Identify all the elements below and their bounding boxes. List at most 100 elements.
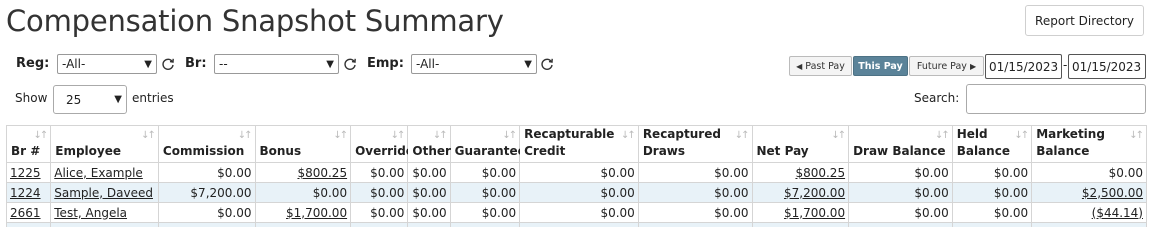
employee-select-value: -All-: [416, 57, 440, 71]
column-header-line2: Employee: [55, 144, 122, 158]
column-header-line2: Bonus: [259, 144, 302, 158]
cell-empty: [449, 222, 521, 227]
cell-recapturable-credit: $0.00: [519, 162, 639, 183]
end-date-input[interactable]: 01/15/2023: [1068, 54, 1146, 79]
column-header-net-pay[interactable]: ↓↑ Net Pay: [751, 125, 850, 163]
cell-value: $0.00: [412, 205, 447, 220]
cell-value: $0.00: [993, 165, 1029, 180]
cell-marketing-balance[interactable]: ($44.14): [1031, 202, 1147, 223]
column-header-override[interactable]: ↓↑ Override: [350, 125, 414, 163]
page-size-value: 25: [66, 92, 82, 107]
column-header-line1: Marketing: [1036, 127, 1105, 141]
refresh-icon[interactable]: [343, 57, 357, 71]
column-header-marketing-balance[interactable]: ↓↑ Marketing Balance: [1031, 125, 1147, 163]
chevron-down-icon: ▼: [326, 58, 334, 70]
cell-link[interactable]: $2,500.00: [1082, 186, 1143, 200]
cell-value: $0.00: [600, 205, 635, 220]
past-pay-label: Past Pay: [805, 60, 845, 72]
column-header-line2: Draws: [642, 144, 686, 158]
cell-net-pay[interactable]: $800.25: [751, 162, 850, 183]
cell-other: $0.00: [407, 182, 451, 203]
cell-link[interactable]: 1225: [10, 166, 41, 180]
cell-bonus[interactable]: $1,700.00: [254, 202, 352, 223]
cell-bonus[interactable]: $800.25: [254, 162, 352, 183]
cell-br-number[interactable]: 1225: [5, 162, 52, 183]
report-directory-button[interactable]: Report Directory: [1025, 5, 1144, 36]
search-input[interactable]: [966, 84, 1146, 114]
cell-net-pay[interactable]: $1,700.00: [751, 202, 850, 223]
sort-icon: ↓↑: [934, 130, 950, 141]
future-pay-button[interactable]: Future Pay ▶: [909, 56, 984, 76]
cell-recaptured-draws: $0.00: [637, 202, 753, 223]
branch-select[interactable]: -- ▼: [214, 54, 339, 74]
cell-value: $0.00: [412, 165, 447, 180]
reg-select[interactable]: -All- ▼: [57, 54, 157, 74]
cell-link[interactable]: Alice, Example: [54, 166, 143, 180]
compensation-table: ↓↑ Br # ↓↑ Employee ↓↑ Commission ↓↑ Bonus ↓↑ Ove…: [5, 125, 1147, 227]
this-pay-label: This Pay: [858, 60, 903, 72]
page-title: Compensation Snapshot Summary: [6, 4, 504, 38]
cell-value: $0.00: [600, 185, 635, 200]
column-header-held-balance[interactable]: ↓↑ Held Balance: [951, 125, 1033, 163]
cell-held-balance: $0.00: [951, 182, 1033, 203]
refresh-icon[interactable]: [161, 57, 175, 71]
cell-marketing-balance[interactable]: $2,500.00: [1031, 182, 1147, 203]
employee-select[interactable]: -All- ▼: [411, 54, 537, 74]
cell-empty: [157, 222, 256, 227]
cell-link[interactable]: $1,700.00: [784, 206, 845, 220]
cell-link[interactable]: 1224: [10, 186, 41, 200]
page-size-select[interactable]: 25 ▼: [53, 85, 127, 114]
column-header-commission[interactable]: ↓↑ Commission: [157, 125, 256, 163]
column-header-draw-balance[interactable]: ↓↑ Draw Balance: [848, 125, 953, 163]
cell-commission: $7,200.00: [157, 182, 256, 203]
table-row: [5, 222, 1147, 227]
cell-br-number[interactable]: 2661: [5, 202, 52, 223]
cell-value: $0.00: [481, 185, 517, 200]
cell-employee[interactable]: Test, Angela: [50, 202, 159, 223]
cell-link[interactable]: 2661: [10, 206, 41, 220]
future-pay-label: Future Pay: [916, 60, 967, 72]
reg-select-value: -All-: [62, 57, 86, 71]
column-header-recaptured-draws[interactable]: ↓↑ Recaptured Draws: [637, 125, 753, 163]
cell-br-number[interactable]: 1224: [5, 182, 52, 203]
start-date-input[interactable]: 01/15/2023: [985, 54, 1062, 79]
column-header-recapturable-credit[interactable]: ↓↑ Recapturable Credit: [519, 125, 639, 163]
column-header-br-number[interactable]: ↓↑ Br #: [5, 125, 52, 163]
cell-link[interactable]: $800.25: [795, 166, 845, 180]
refresh-icon[interactable]: [540, 57, 554, 71]
cell-link[interactable]: $7,200.00: [784, 186, 845, 200]
cell-bonus: $0.00: [254, 182, 352, 203]
cell-guarantee: $0.00: [449, 162, 521, 183]
cell-value: $0.00: [217, 165, 252, 180]
cell-link[interactable]: $800.25: [297, 166, 347, 180]
column-header-other[interactable]: ↓↑ Other: [407, 125, 451, 163]
sort-icon: ↓↑: [1014, 130, 1029, 141]
column-header-line2: Br #: [11, 144, 41, 158]
column-header-line2: Other: [412, 144, 451, 158]
cell-value: $7,200.00: [190, 185, 252, 200]
cell-employee[interactable]: Alice, Example: [50, 162, 159, 183]
column-header-employee[interactable]: ↓↑ Employee: [50, 125, 159, 163]
cell-employee[interactable]: Sample, Daveed: [50, 182, 159, 203]
chevron-down-icon: ▼: [144, 58, 152, 70]
cell-other: $0.00: [407, 162, 451, 183]
this-pay-button[interactable]: This Pay: [853, 56, 908, 76]
column-header-line1: Recapturable: [524, 127, 615, 141]
cell-value: $0.00: [481, 205, 517, 220]
cell-link[interactable]: ($44.14): [1092, 206, 1143, 220]
cell-empty: [1031, 222, 1147, 227]
cell-link[interactable]: Sample, Daveed: [54, 186, 153, 200]
table-row: 2661 Test, Angela $0.00 $1,700.00 $0.00 $0.00…: [5, 202, 1147, 223]
cell-empty: [350, 222, 409, 227]
table-row: 1225 Alice, Example $0.00 $800.25 $0.00 $0.00…: [5, 162, 1147, 183]
column-header-bonus[interactable]: ↓↑ Bonus: [254, 125, 352, 163]
cell-net-pay[interactable]: $7,200.00: [751, 182, 850, 203]
cell-held-balance: $0.00: [951, 162, 1033, 183]
cell-recapturable-credit: $0.00: [519, 182, 639, 203]
sort-icon: ↓↑: [237, 130, 253, 141]
cell-empty: [50, 222, 159, 227]
past-pay-button[interactable]: ◀ Past Pay: [789, 56, 852, 76]
cell-link[interactable]: Test, Angela: [54, 206, 127, 220]
column-header-guarantee[interactable]: ↓↑ Guarantee: [449, 125, 526, 163]
cell-link[interactable]: $1,700.00: [286, 206, 347, 220]
